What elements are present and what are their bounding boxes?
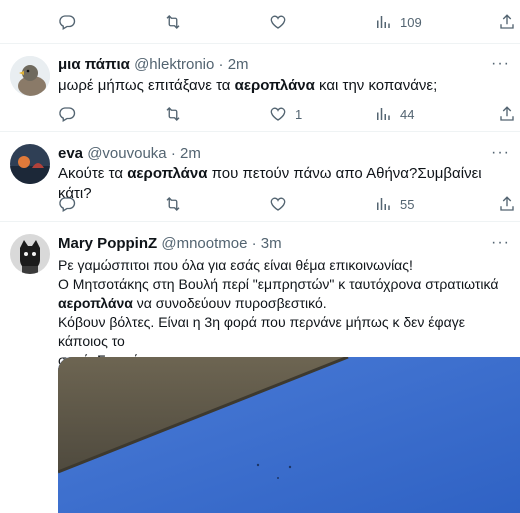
like-button[interactable]: 1 — [269, 104, 302, 124]
views-button[interactable]: 55 — [374, 194, 414, 214]
tweet-header: Mary PoppinZ @mnootmoe · 3m — [58, 234, 282, 254]
share-icon — [498, 195, 516, 213]
user-handle[interactable]: @hlektronio — [134, 56, 214, 73]
retweet-button[interactable] — [164, 194, 190, 214]
more-icon[interactable]: ··· — [491, 234, 510, 252]
views-icon — [374, 13, 392, 31]
sky-photo-icon — [58, 357, 520, 513]
tweet-header: μια πάπια @hlektronio · 2m — [58, 55, 249, 75]
user-handle[interactable]: @vouvouka — [87, 145, 166, 162]
timestamp[interactable]: 2m — [228, 56, 249, 73]
retweet-icon — [164, 13, 182, 31]
timestamp[interactable]: 3m — [261, 235, 282, 252]
display-name[interactable]: μια πάπια — [58, 56, 130, 73]
views-icon — [374, 105, 392, 123]
retweet-icon — [164, 105, 182, 123]
like-icon — [269, 195, 287, 213]
timestamp[interactable]: 2m — [180, 145, 201, 162]
tweet-actions: 109 — [58, 12, 518, 32]
like-icon — [269, 105, 287, 123]
tweet-media-image[interactable] — [58, 357, 520, 513]
retweet-icon — [164, 195, 182, 213]
avatar[interactable] — [10, 144, 50, 184]
like-button[interactable] — [269, 194, 295, 214]
like-button[interactable] — [269, 12, 295, 32]
tweet-header: eva @vouvouka · 2m — [58, 144, 201, 164]
tweet-actions: 55 — [58, 194, 518, 214]
retweet-button[interactable] — [164, 104, 190, 124]
reply-icon — [58, 195, 76, 213]
tweet[interactable]: μια πάπια @hlektronio · 2m ··· μωρέ μήπω… — [0, 44, 520, 132]
display-name[interactable]: Mary PoppinZ — [58, 235, 157, 252]
reply-icon — [58, 105, 76, 123]
display-name[interactable]: eva — [58, 145, 83, 162]
reply-button[interactable] — [58, 104, 84, 124]
share-icon — [498, 13, 516, 31]
more-icon[interactable]: ··· — [491, 55, 510, 73]
sunset-avatar-icon — [10, 144, 50, 184]
tweet-actions: 1 44 — [58, 104, 518, 124]
separator-dot: · — [251, 235, 257, 252]
share-icon — [498, 105, 516, 123]
reply-button[interactable] — [58, 12, 84, 32]
retweet-button[interactable] — [164, 12, 190, 32]
tweet-top-partial[interactable]: 109 — [0, 0, 520, 44]
like-icon — [269, 13, 287, 31]
avatar[interactable] — [10, 234, 50, 274]
separator-dot: · — [170, 145, 176, 162]
tweet-text: Ρε γαμώσπιτοι που όλα για εσάς είναι θέμ… — [58, 257, 499, 368]
share-button[interactable] — [498, 194, 516, 214]
share-button[interactable] — [498, 12, 516, 32]
tweet[interactable]: eva @vouvouka · 2m ··· Ακούτε τα αεροπλά… — [0, 132, 520, 222]
more-icon[interactable]: ··· — [491, 144, 510, 162]
reply-icon — [58, 13, 76, 31]
duck-avatar-icon — [10, 56, 50, 96]
reply-button[interactable] — [58, 194, 84, 214]
cat-avatar-icon — [10, 234, 50, 274]
tweet-text: μωρέ μήπως επιτάξανε τα αεροπλάνα και τη… — [58, 77, 438, 94]
views-button[interactable]: 44 — [374, 104, 414, 124]
share-button[interactable] — [498, 104, 516, 124]
avatar[interactable] — [10, 56, 50, 96]
separator-dot: · — [218, 56, 224, 73]
views-icon — [374, 195, 392, 213]
views-button[interactable]: 109 — [374, 12, 422, 32]
user-handle[interactable]: @mnootmoe — [161, 235, 247, 252]
